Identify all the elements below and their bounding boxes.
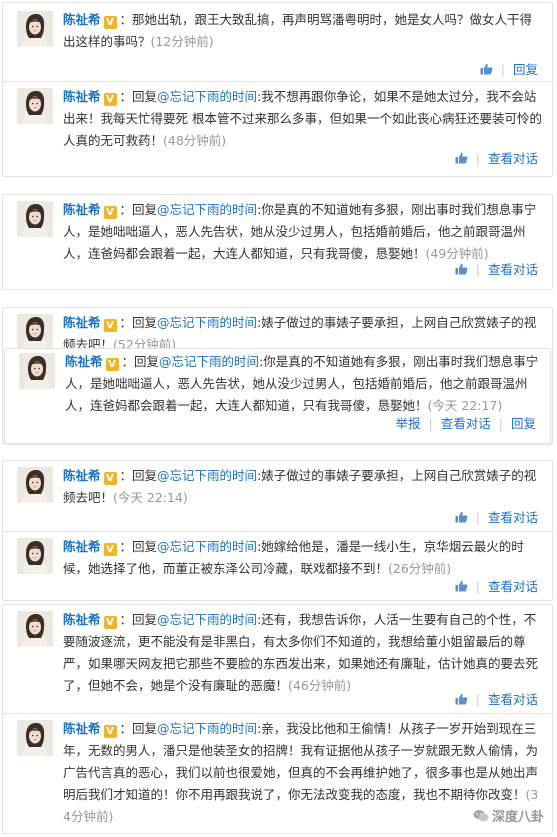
thumbs-up-icon[interactable] [455,263,468,275]
avatar[interactable] [17,11,53,47]
nested-reply-card: 陈祉希 V ：回复@忘记下雨的时间:你是真的不知道她有多狠，刚出事时我们想息事宁人，… [4,348,551,444]
verified-v-icon: V [103,472,117,485]
verified-v-icon: V [103,319,117,332]
comment-actions: | 查看对话 [455,259,538,278]
comment-card: 陈祉希 V ：那她出轨，跟王大致乱搞，再声明骂潘粤明时，她是女人吗？做女人干得出这样… [2,2,553,82]
verified-v-icon: V [103,206,117,219]
reply-prefix: 回复 [132,721,158,736]
comment-actions: 举报 | 查看对话 | 回复 [396,413,536,432]
username[interactable]: 陈祉希 [63,539,101,554]
wechat-icon [473,809,489,823]
mention-link[interactable]: @忘记下雨的时间 [157,202,257,217]
reply-prefix: 回复 [132,315,158,330]
comment-card: 陈祉希 V ：回复@忘记下雨的时间:还有，我想告诉你，人活一生要有自己的个性，不要随… [2,604,553,714]
verified-v-icon: V [103,93,117,106]
avatar[interactable] [17,467,53,503]
verified-v-icon: V [103,725,117,738]
separator: | [475,579,480,594]
reply-prefix: 回复 [132,468,158,483]
username[interactable]: 陈祉希 [63,721,101,736]
avatar[interactable] [17,720,53,756]
reply-prefix: 回复 [134,354,160,369]
watermark: 深度八卦 [473,806,544,825]
reply-prefix: 回复 [132,202,158,217]
username[interactable]: 陈祉希 [63,89,101,104]
separator: | [475,262,480,277]
comment-body: 那她出轨，跟王大致乱搞，再声明骂潘粤明时，她是女人吗？做女人干得出这样的事吗？ [63,12,533,49]
comment-card: 陈祉希 V ：回复@忘记下雨的时间:你是真的不知道她有多狠，刚出事时我们想息事宁人，… [2,194,553,290]
mention-link[interactable]: @忘记下雨的时间 [159,354,259,369]
reply-prefix: 回复 [132,539,158,554]
view-conversation-link[interactable]: 查看对话 [441,416,491,431]
avatar[interactable] [17,201,53,237]
comment-actions: | 回复 [480,59,538,78]
comment-card: 陈祉希 V ：回复@忘记下雨的时间:婊子做过的事婊子要承担，上网自己欣赏婊子的视频去… [2,460,553,533]
avatar[interactable] [17,88,53,124]
avatar[interactable] [17,611,53,647]
view-conversation-link[interactable]: 查看对话 [488,510,538,525]
reply-prefix: 回复 [132,89,158,104]
username[interactable]: 陈祉希 [63,202,101,217]
view-conversation-link[interactable]: 查看对话 [488,579,538,594]
separator: | [475,692,480,707]
watermark-text: 深度八卦 [491,810,544,825]
comment-card: 陈祉希 V ：回复@忘记下雨的时间:她嫁给他是，潘是一线小生，京华烟云最火的时候，她… [2,531,553,601]
mention-link[interactable]: @忘记下雨的时间 [157,721,257,736]
mention-link[interactable]: @忘记下雨的时间 [157,468,257,483]
separator: | [475,151,480,166]
comment-time: (今天 22:17) [427,398,503,413]
avatar[interactable] [19,353,55,389]
view-conversation-link[interactable]: 查看对话 [488,262,538,277]
view-conversation-link[interactable]: 查看对话 [488,692,538,707]
comment-time: (46分钟前) [288,678,352,693]
separator: | [500,62,505,77]
comment-time: (48分钟前) [163,133,227,148]
avatar[interactable] [17,314,53,350]
thumbs-up-icon[interactable] [455,580,468,592]
comment-actions: | 查看对话 [455,507,538,526]
verified-v-icon: V [103,16,117,29]
verified-v-icon: V [105,358,119,371]
comment-card: 陈祉希 V ：回复@忘记下雨的时间:亲，我没比他和王偷情！从孩子一岁开始到现在三年，… [2,713,553,834]
username[interactable]: 陈祉希 [63,468,101,483]
view-conversation-link[interactable]: 查看对话 [488,151,538,166]
thumbs-up-icon[interactable] [480,63,493,75]
verified-v-icon: V [103,543,117,556]
comment-actions: | 查看对话 [455,576,538,595]
separator: | [498,416,503,431]
reply-prefix: 回复 [132,612,158,627]
separator: | [428,416,433,431]
verified-v-icon: V [103,616,117,629]
thumbs-up-icon[interactable] [455,152,468,164]
comment-card: 陈祉希 V ：回复@忘记下雨的时间:我不想再跟你争论，如果不是她太过分，我不会站出来… [2,81,553,177]
username[interactable]: 陈祉希 [63,315,101,330]
mention-link[interactable]: @忘记下雨的时间 [157,539,257,554]
username[interactable]: 陈祉希 [65,354,103,369]
mention-link[interactable]: @忘记下雨的时间 [157,89,257,104]
separator: | [475,510,480,525]
username[interactable]: 陈祉希 [63,12,101,27]
comment-time: (今天 22:14) [113,490,188,505]
thumbs-up-icon[interactable] [455,693,468,705]
comment-actions: | 查看对话 [455,148,538,167]
comment-actions: | 查看对话 [455,689,538,708]
avatar[interactable] [17,538,53,574]
mention-link[interactable]: @忘记下雨的时间 [157,612,257,627]
mention-link[interactable]: @忘记下雨的时间 [157,315,257,330]
comment-time: (12分钟前) [150,34,214,49]
username[interactable]: 陈祉希 [63,612,101,627]
comment-feed: 陈祉希 V ：那她出轨，跟王大致乱搞，再声明骂潘粤明时，她是女人吗？做女人干得出这样… [0,0,557,837]
thumbs-up-icon[interactable] [455,511,468,523]
comment-time: (26分钟前) [388,561,452,576]
report-link[interactable]: 举报 [396,416,421,431]
reply-button[interactable]: 回复 [511,416,536,431]
reply-button[interactable]: 回复 [513,62,538,77]
